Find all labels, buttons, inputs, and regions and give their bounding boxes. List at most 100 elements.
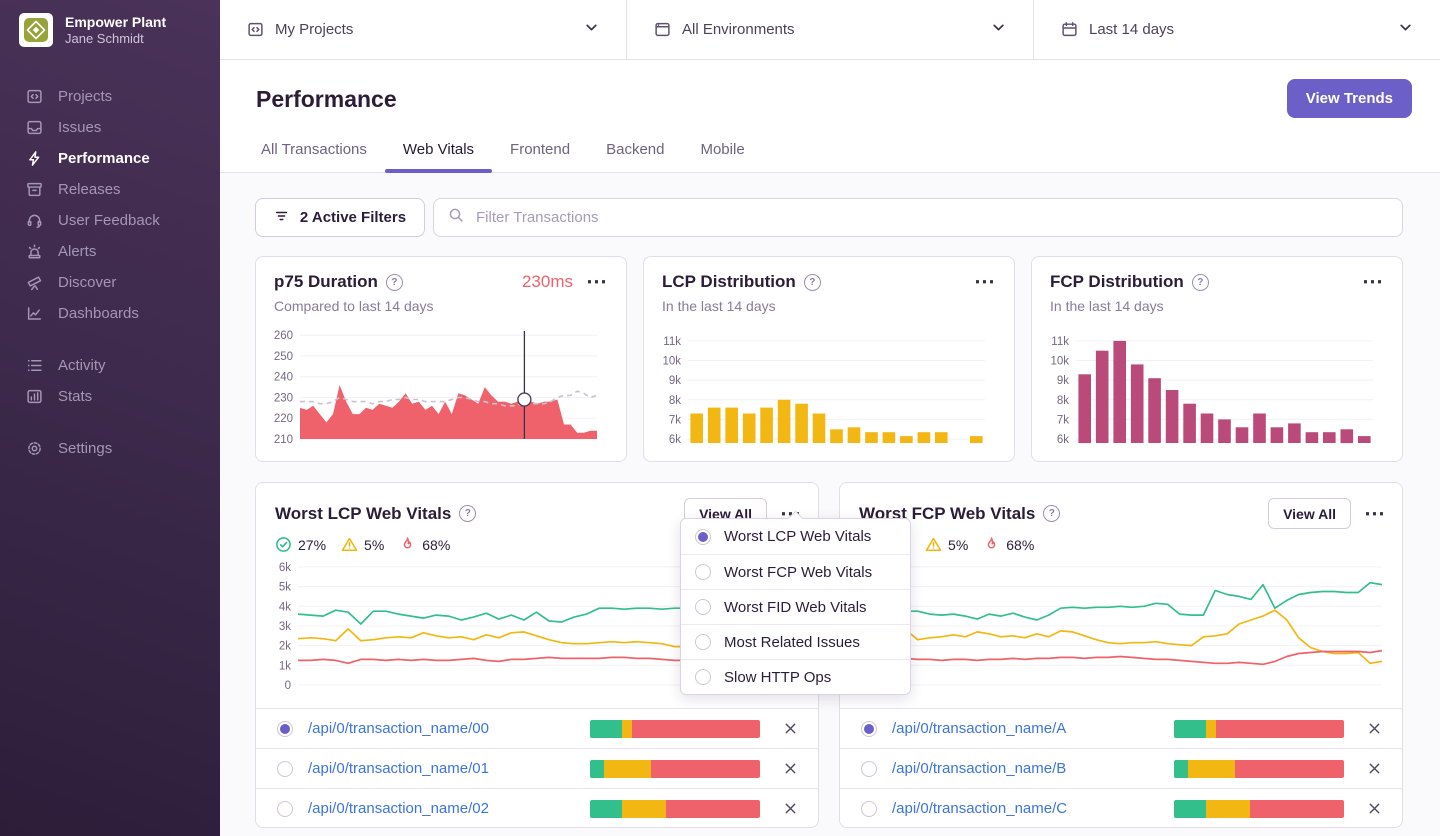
menu-item-worst-fcp-web-vitals[interactable]: Worst FCP Web Vitals <box>681 554 910 589</box>
close-icon[interactable] <box>1367 761 1382 776</box>
bar-segment <box>590 799 623 818</box>
help-icon[interactable]: ? <box>803 273 821 291</box>
fcp-distribution-card: FCP Distribution ? ⋯ In the last 14 days… <box>1031 256 1403 462</box>
menu-item-radio <box>695 669 711 685</box>
sidebar-item-releases[interactable]: Releases <box>0 174 220 205</box>
menu-item-radio <box>695 599 711 615</box>
table-row: /api/0/transaction_name/A <box>840 708 1402 748</box>
transaction-link[interactable]: /api/0/transaction_name/B <box>892 760 1174 777</box>
sidebar-item-activity[interactable]: Activity <box>0 350 220 381</box>
transaction-link[interactable]: /api/0/transaction_name/C <box>892 800 1174 817</box>
active-filters-button[interactable]: 2 Active Filters <box>255 198 425 237</box>
badge-meh: 5% <box>341 536 384 553</box>
svg-text:250: 250 <box>274 351 293 363</box>
sidebar-item-stats[interactable]: Stats <box>0 381 220 412</box>
vitals-breakdown-bar <box>1174 759 1344 778</box>
close-icon[interactable] <box>1367 801 1382 816</box>
fcp-distribution-chart: 11k 10k 9k 8k 7k 6k <box>1050 336 1373 446</box>
close-icon[interactable] <box>783 801 798 816</box>
stats-icon <box>25 388 43 406</box>
sidebar-item-discover[interactable]: Discover <box>0 267 220 298</box>
dropdown-label: All Environments <box>682 21 795 38</box>
help-icon[interactable]: ? <box>385 273 403 291</box>
more-options-icon[interactable]: ⋯ <box>586 271 608 292</box>
bar-segment <box>1206 719 1217 738</box>
dashboards-icon <box>25 305 43 323</box>
vitals-breakdown-bar <box>590 759 760 778</box>
tab-backend[interactable]: Backend <box>606 141 664 172</box>
sidebar-item-label: Projects <box>58 88 113 105</box>
close-icon[interactable] <box>783 761 798 776</box>
card-subtitle: In the last 14 days <box>662 298 776 314</box>
row-radio[interactable] <box>861 760 877 777</box>
row-radio[interactable] <box>277 720 293 737</box>
row-radio[interactable] <box>861 800 877 817</box>
table-row: /api/0/transaction_name/02 <box>256 788 818 827</box>
issues-icon <box>25 119 43 137</box>
svg-text:240: 240 <box>274 372 293 384</box>
vitals-badges: 27% 5% 68% <box>840 529 1402 553</box>
svg-text:8k: 8k <box>669 395 681 407</box>
search-icon <box>448 207 464 228</box>
sidebar-item-dashboards[interactable]: Dashboards <box>0 298 220 329</box>
tab-mobile[interactable]: Mobile <box>700 141 744 172</box>
org-switcher[interactable]: Empower Plant Jane Schmidt <box>0 0 220 57</box>
close-icon[interactable] <box>783 721 798 736</box>
help-icon[interactable]: ? <box>459 505 477 522</box>
dropdown-last-14-days[interactable]: Last 14 days <box>1033 0 1440 59</box>
bar-segment <box>1206 799 1251 818</box>
tab-web-vitals[interactable]: Web Vitals <box>384 141 493 173</box>
tab-frontend[interactable]: Frontend <box>510 141 570 172</box>
bar-segment <box>590 719 623 738</box>
bar-segment <box>622 799 667 818</box>
transaction-link[interactable]: /api/0/transaction_name/01 <box>308 760 590 777</box>
menu-item-label: Worst LCP Web Vitals <box>724 528 872 545</box>
dropdown-my-projects[interactable]: My Projects <box>220 0 626 59</box>
transaction-link[interactable]: /api/0/transaction_name/A <box>892 720 1174 737</box>
menu-item-label: Slow HTTP Ops <box>724 668 832 686</box>
more-options-icon[interactable]: ⋯ <box>974 271 996 292</box>
svg-text:210: 210 <box>274 434 293 446</box>
tab-all-transactions[interactable]: All Transactions <box>261 141 367 172</box>
close-icon[interactable] <box>1367 721 1382 736</box>
svg-text:230: 230 <box>274 393 293 405</box>
p75-value: 230ms <box>521 272 573 291</box>
more-options-icon[interactable]: ⋯ <box>1362 271 1384 292</box>
bar-segment <box>651 759 760 778</box>
view-trends-button[interactable]: View Trends <box>1286 79 1412 118</box>
dropdown-all-environments[interactable]: All Environments <box>626 0 1033 59</box>
sidebar-item-alerts[interactable]: Alerts <box>0 236 220 267</box>
row-radio[interactable] <box>277 800 293 817</box>
nav-group: Projects Issues Performance Releases Use… <box>0 81 220 329</box>
user-name: Jane Schmidt <box>65 30 144 46</box>
transaction-link[interactable]: /api/0/transaction_name/00 <box>308 720 590 737</box>
help-icon[interactable]: ? <box>1191 273 1209 291</box>
svg-text:2k: 2k <box>279 641 291 653</box>
sidebar-item-user-feedback[interactable]: User Feedback <box>0 205 220 236</box>
sidebar-nav: Projects Issues Performance Releases Use… <box>0 81 220 464</box>
view-all-button[interactable]: View All <box>1268 498 1351 529</box>
menu-item-most-related-issues[interactable]: Most Related Issues <box>681 624 910 659</box>
sidebar-item-performance[interactable]: Performance <box>0 143 220 174</box>
search-input[interactable] <box>474 208 1388 227</box>
menu-item-worst-fid-web-vitals[interactable]: Worst FID Web Vitals <box>681 589 910 624</box>
menu-item-label: Most Related Issues <box>724 633 860 651</box>
menu-item-worst-lcp-web-vitals[interactable]: Worst LCP Web Vitals <box>681 519 910 554</box>
performance-dashboard: Empower Plant Jane Schmidt Projects Issu… <box>0 0 1440 836</box>
more-options-icon[interactable]: ⋯ <box>1364 503 1386 524</box>
bar-segment <box>1174 799 1207 818</box>
sidebar-item-issues[interactable]: Issues <box>0 112 220 143</box>
sidebar-item-projects[interactable]: Projects <box>0 81 220 112</box>
svg-text:4k: 4k <box>279 601 291 613</box>
svg-text:0: 0 <box>285 680 291 692</box>
row-radio[interactable] <box>277 760 293 777</box>
nav-group: Activity Stats <box>0 350 220 412</box>
card-subtitle: In the last 14 days <box>1050 298 1164 314</box>
bar-segment <box>590 759 604 778</box>
badge-value: 68% <box>1006 536 1035 553</box>
menu-item-slow-http-ops[interactable]: Slow HTTP Ops <box>681 659 910 694</box>
transaction-link[interactable]: /api/0/transaction_name/02 <box>308 800 590 817</box>
help-icon[interactable]: ? <box>1043 505 1061 522</box>
row-radio[interactable] <box>861 720 877 737</box>
sidebar-item-settings[interactable]: Settings <box>0 433 220 464</box>
